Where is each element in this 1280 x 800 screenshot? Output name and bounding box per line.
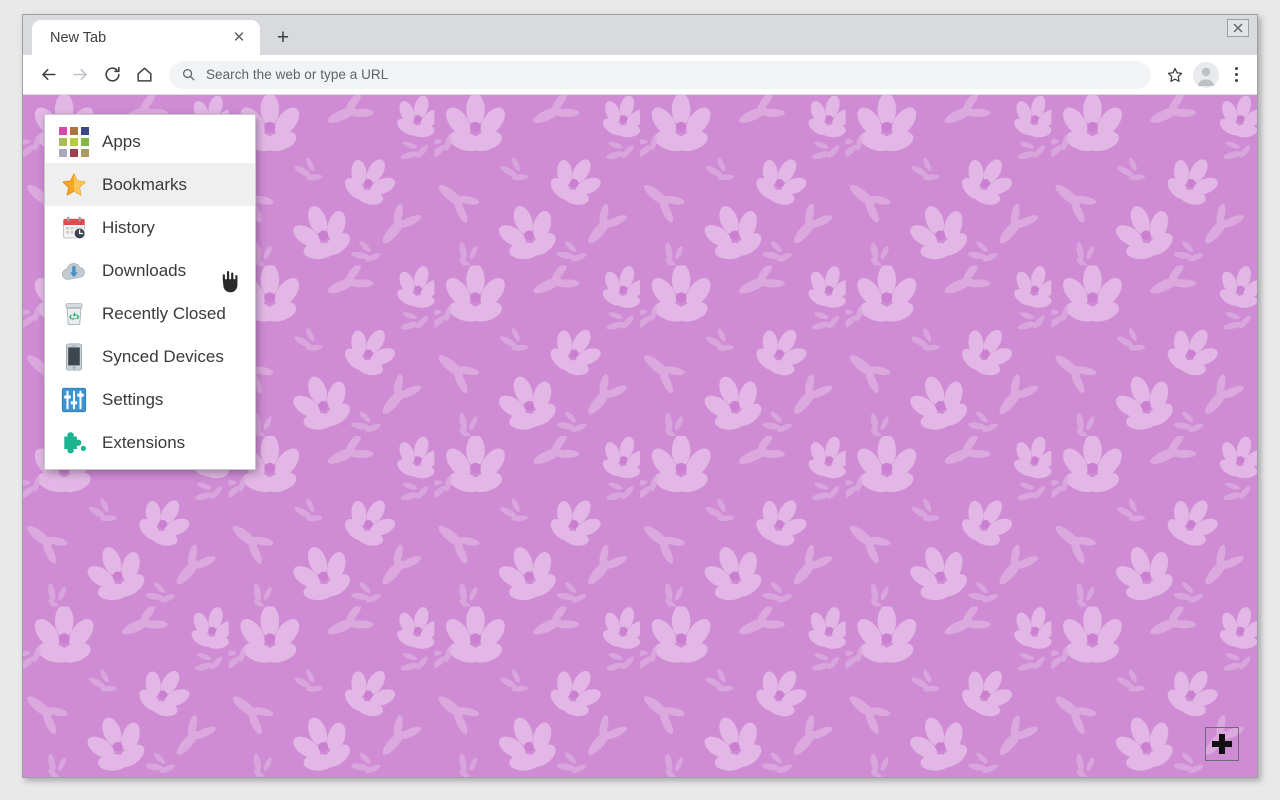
forward-button[interactable] [65,60,95,90]
browser-dropdown-menu: Apps Bookmarks History Downloads Recentl… [44,114,256,470]
menu-item-settings[interactable]: Settings [45,378,255,421]
bookmark-star-button[interactable] [1161,61,1189,89]
menu-item-label: Synced Devices [102,346,224,366]
menu-item-extensions[interactable]: Extensions [45,421,255,464]
window-close-button[interactable] [1227,19,1249,37]
browser-window: New Tab ✕ + Search the web or type a URL… [22,14,1258,778]
menu-item-label: Downloads [102,260,187,280]
cloud-download-icon [59,256,89,286]
menu-item-apps[interactable]: Apps [45,120,255,163]
menu-item-bookmarks[interactable]: Bookmarks [45,163,255,206]
star-outline-icon [1167,67,1183,82]
menu-item-label: History [102,217,155,237]
menu-item-label: Extensions [102,432,186,452]
arrow-right-icon [72,68,87,81]
arrow-left-icon [41,68,56,81]
address-bar-placeholder: Search the web or type a URL [206,67,389,82]
page-content-area: Apps Bookmarks History Downloads Recentl… [23,95,1257,777]
menu-item-label: Settings [102,389,164,409]
menu-item-recently-closed[interactable]: Recently Closed [45,292,255,335]
person-icon [1193,61,1219,88]
tab-strip: New Tab ✕ + [23,15,1257,55]
sliders-icon [59,385,89,415]
menu-dot [1234,73,1238,76]
tab-close-icon[interactable]: ✕ [228,27,250,49]
menu-dot [1234,67,1238,70]
home-icon [136,67,152,82]
recycle-bin-icon [59,299,89,329]
plus-icon-vertical [1219,734,1225,754]
reload-button[interactable] [97,60,127,90]
reload-icon [104,66,120,82]
close-icon [1233,23,1243,33]
back-button[interactable] [33,60,63,90]
address-bar[interactable]: Search the web or type a URL [169,60,1151,89]
star-icon [59,170,89,200]
menu-item-history[interactable]: History [45,206,255,249]
star-glyph [62,172,86,195]
menu-item-label: Apps [102,131,141,151]
calendar-clock-glyph [63,216,86,240]
tab-new-tab[interactable]: New Tab ✕ [32,20,260,55]
puzzle-piece-icon [59,428,89,458]
recycle-bin-glyph [65,302,83,325]
menu-dot [1234,79,1238,82]
menu-item-label: Bookmarks [102,174,188,194]
menu-item-downloads[interactable]: Downloads [45,249,255,292]
sliders-glyph [61,387,87,412]
calendar-clock-icon [59,213,89,243]
browser-menu-button[interactable] [1223,61,1249,89]
menu-item-label: Recently Closed [102,303,226,323]
apps-grid-icon [59,126,89,157]
menu-item-synced-devices[interactable]: Synced Devices [45,335,255,378]
tab-title: New Tab [50,29,107,46]
smartphone-icon [59,342,89,372]
smartphone-glyph [66,342,82,371]
add-button[interactable] [1205,727,1239,761]
desktop-background: New Tab ✕ + Search the web or type a URL… [0,0,1280,800]
profile-avatar[interactable] [1193,61,1219,88]
cloud-download-glyph [61,262,85,280]
new-tab-button[interactable]: + [266,20,300,54]
puzzle-piece-glyph [63,431,86,453]
search-icon [182,68,195,81]
window-controls [1227,19,1249,37]
apps-grid-swatches [59,126,89,157]
browser-toolbar: Search the web or type a URL [23,55,1257,95]
home-button[interactable] [129,60,159,90]
